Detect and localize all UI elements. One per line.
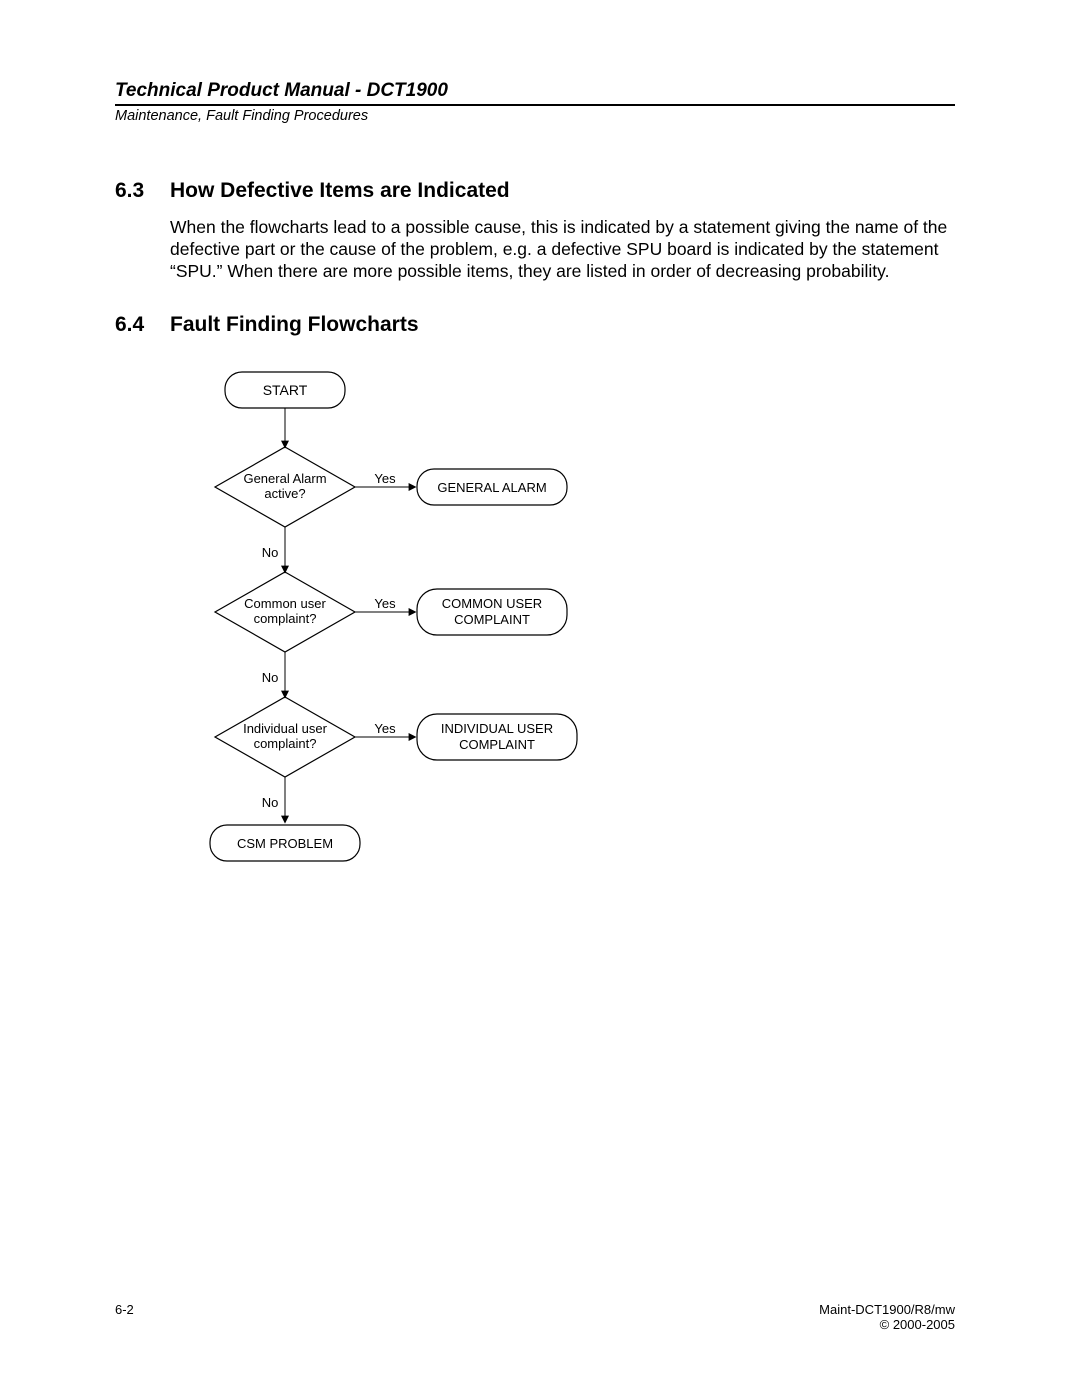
no-label: No	[262, 795, 279, 810]
header-rule	[115, 104, 955, 106]
result-label: COMPLAINT	[454, 612, 530, 627]
section-title: How Defective Items are Indicated	[170, 179, 510, 203]
section-number: 6.4	[115, 313, 170, 337]
section-6-3: 6.3 How Defective Items are Indicated Wh…	[115, 179, 955, 283]
decision-text: Individual user	[243, 721, 327, 736]
flowchart: START General Alarm active? Yes GENERAL …	[170, 367, 955, 907]
decision-text: active?	[264, 486, 305, 501]
page-number: 6-2	[115, 1302, 134, 1332]
manual-title: Technical Product Manual - DCT1900	[115, 80, 955, 102]
no-label: No	[262, 670, 279, 685]
manual-subtitle: Maintenance, Fault Finding Procedures	[115, 108, 955, 124]
section-6-4: 6.4 Fault Finding Flowcharts START Gener…	[115, 313, 955, 907]
result-label: INDIVIDUAL USER	[441, 721, 553, 736]
page-footer: 6-2 Maint-DCT1900/R8/mw © 2000-2005	[115, 1302, 955, 1332]
result-label: GENERAL ALARM	[437, 480, 546, 495]
end-label: CSM PROBLEM	[237, 836, 333, 851]
doc-code: Maint-DCT1900/R8/mw	[819, 1302, 955, 1317]
decision-text: Common user	[244, 596, 326, 611]
section-body: When the flowcharts lead to a possible c…	[170, 217, 960, 283]
copyright: © 2000-2005	[819, 1317, 955, 1332]
decision-text: complaint?	[254, 611, 317, 626]
yes-label: Yes	[374, 471, 396, 486]
result-label: COMPLAINT	[459, 737, 535, 752]
decision-text: General Alarm	[243, 471, 326, 486]
yes-label: Yes	[374, 596, 396, 611]
flowchart-svg: START General Alarm active? Yes GENERAL …	[170, 367, 590, 907]
no-label: No	[262, 545, 279, 560]
start-label: START	[263, 382, 308, 398]
section-number: 6.3	[115, 179, 170, 203]
page-content: Technical Product Manual - DCT1900 Maint…	[115, 80, 955, 907]
section-title: Fault Finding Flowcharts	[170, 313, 419, 337]
result-label: COMMON USER	[442, 596, 542, 611]
yes-label: Yes	[374, 721, 396, 736]
decision-text: complaint?	[254, 736, 317, 751]
